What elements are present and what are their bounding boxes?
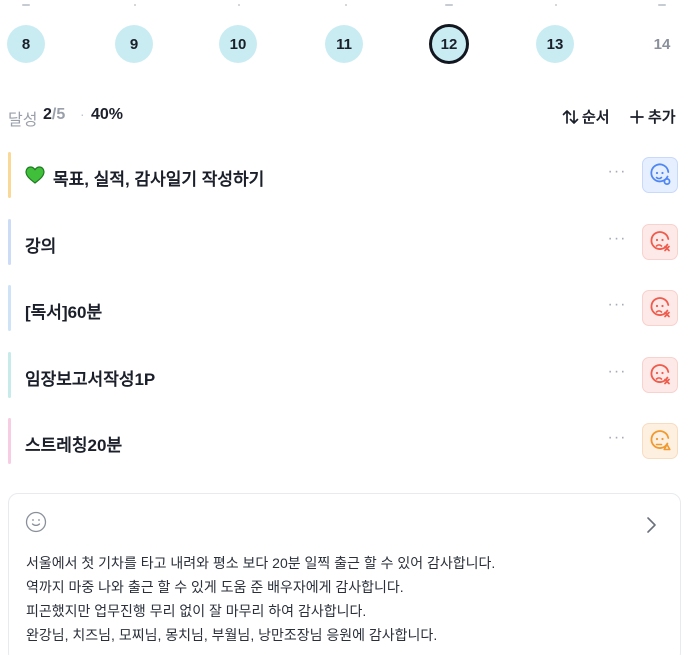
task-color-bar [8,285,11,331]
day-9[interactable]: 9 [115,25,153,63]
chevron-right-icon[interactable] [645,516,657,539]
sort-order-button[interactable]: 순서 [562,106,610,127]
sort-label: 순서 [582,109,610,126]
week-date-strip: 8 9 10 11 12 13 14 [0,0,696,80]
status-smile-badge-button[interactable] [642,157,678,193]
sad-x-icon [650,297,670,318]
task-color-bar [8,352,11,398]
task-color-bar [8,219,11,265]
day-11[interactable]: 11 [325,25,363,63]
task-item[interactable]: [독서]60분 ··· [8,285,688,331]
sort-arrows-icon [562,109,580,125]
status-meh-triangle-button[interactable] [642,423,678,459]
day-10[interactable]: 10 [219,25,257,63]
task-item[interactable]: 목표, 실적, 감사일기 작성하기 ··· [8,152,688,198]
status-sad-x-button[interactable] [642,357,678,393]
day-marker [345,4,347,6]
smile-icon [25,511,47,538]
task-item[interactable]: 임장보고서작성1P ··· [8,352,688,398]
summary-separator: · [80,106,85,122]
meh-triangle-icon [650,430,671,451]
add-task-button[interactable]: 추가 [630,106,676,127]
achievement-count: 2/5 [43,106,65,124]
task-title-text: 임장보고서작성1P [25,370,156,389]
task-title: 스트레칭20분 [25,431,122,456]
more-options-icon[interactable]: ··· [604,296,630,318]
gratitude-text: 서울에서 첫 기차를 타고 내려와 평소 보다 20분 일찍 출근 할 수 있어… [26,551,495,647]
gratitude-line: 서울에서 첫 기차를 타고 내려와 평소 보다 20분 일찍 출근 할 수 있어… [26,555,496,571]
day-13[interactable]: 13 [536,25,574,63]
status-sad-x-button[interactable] [642,290,678,326]
sad-x-icon [650,231,670,252]
plus-icon [630,109,644,124]
gratitude-line: 역까지 마중 나와 출근 할 수 있게 도움 준 배우자에게 감사합니다. [26,579,404,595]
more-options-icon[interactable]: ··· [604,363,630,385]
task-item[interactable]: 강의 ··· [8,219,688,265]
more-options-icon[interactable]: ··· [604,429,630,451]
gratitude-line: 피곤했지만 업무진행 무리 없이 잘 마무리 하여 감사합니다. [26,603,367,619]
day-marker [658,4,666,6]
day-12-selected[interactable]: 12 [429,24,469,64]
day-marker [445,4,453,6]
achievement-percent: 40% [91,106,124,123]
task-title: 임장보고서작성1P [25,365,155,390]
done-count: 2 [43,106,52,123]
task-color-bar [8,152,11,198]
task-color-bar [8,418,11,464]
task-title: 목표, 실적, 감사일기 작성하기 [25,165,264,190]
day-marker [134,4,136,6]
green-heart-icon [25,166,45,189]
task-title-text: 강의 [25,237,57,256]
status-sad-x-button[interactable] [642,224,678,260]
task-title-text: 목표, 실적, 감사일기 작성하기 [53,170,265,189]
gratitude-line: 완강님, 치즈님, 모찌님, 몽치님, 부월님, 낭만조장님 응원에 감사합니다… [26,627,438,643]
task-title-text: [독서]60분 [25,303,103,322]
gratitude-journal-card[interactable]: 서울에서 첫 기차를 타고 내려와 평소 보다 20분 일찍 출근 할 수 있어… [8,493,681,655]
day-marker [238,4,240,6]
add-label: 추가 [648,109,676,126]
day-8[interactable]: 8 [7,25,45,63]
sad-x-icon [650,364,670,385]
task-title: [독서]60분 [25,298,102,323]
day-marker [22,4,30,6]
more-options-icon[interactable]: ··· [604,163,630,185]
task-title: 강의 [25,232,56,257]
day-marker [555,4,557,6]
achievement-label: 달성 [8,112,38,129]
more-options-icon[interactable]: ··· [604,230,630,252]
day-14[interactable]: 14 [643,25,681,63]
total-count: /5 [51,106,66,123]
task-title-text: 스트레칭20분 [25,436,123,455]
achievement-summary: 달성 2/5 · 40% 순서 추가 [0,104,696,129]
task-item[interactable]: 스트레칭20분 ··· [8,418,688,464]
smile-badge-icon [650,163,671,185]
